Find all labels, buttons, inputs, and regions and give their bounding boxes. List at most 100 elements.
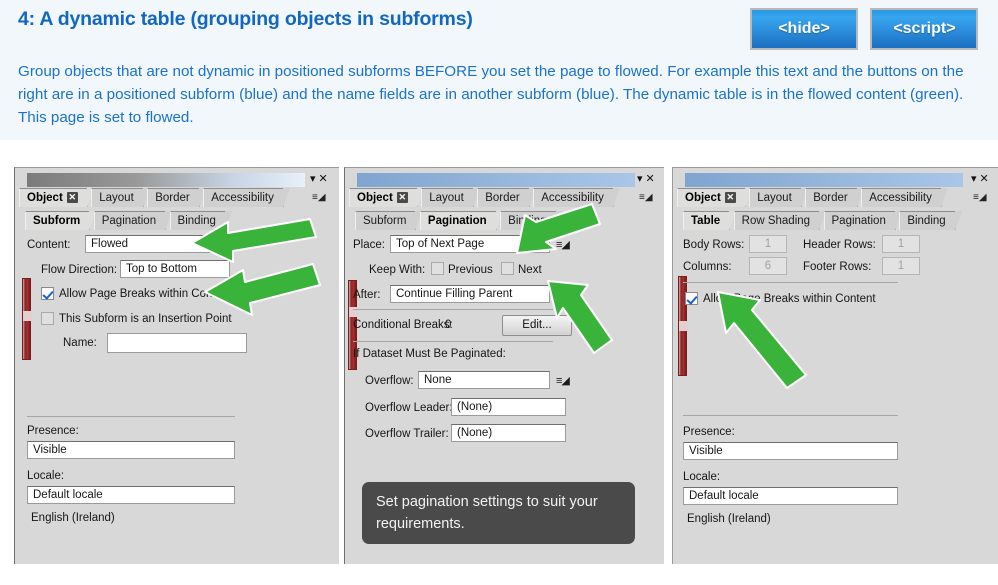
- allow-page-breaks-checkbox[interactable]: [41, 287, 54, 300]
- tab-layout[interactable]: Layout: [421, 188, 480, 208]
- header-rows-input[interactable]: 1: [882, 235, 920, 253]
- tab-object-label: Object: [685, 192, 721, 204]
- panel1-red-marker-thumb[interactable]: [23, 311, 32, 321]
- tab-object[interactable]: Object ✕: [349, 188, 424, 208]
- panel2-divider-2: [353, 341, 553, 342]
- panel3-titlebar-gradient: [685, 173, 963, 187]
- panel3-collapse-icon[interactable]: ▾: [971, 173, 980, 185]
- object-panel-table: ▾✕ Object ✕ Layout Border Accessibility ≡…: [672, 167, 998, 564]
- panel1-titlebar-gradient: [27, 173, 305, 187]
- panel1-tab-overflow-menu-icon[interactable]: ≡◢: [312, 192, 326, 203]
- tab-accessibility[interactable]: Accessibility: [533, 188, 620, 208]
- overflow-trailer-label: Overflow Trailer:: [365, 428, 449, 440]
- edit-conditional-breaks-button[interactable]: Edit...: [502, 315, 572, 336]
- overflow-leader-dropdown[interactable]: (None): [451, 398, 566, 416]
- content-label: Content:: [27, 239, 71, 251]
- subtab-row-shading[interactable]: Row Shading: [733, 211, 827, 231]
- panel3-red-marker: [678, 276, 688, 376]
- tab-object-label: Object: [357, 192, 393, 204]
- tab-object-close-icon[interactable]: ✕: [724, 192, 736, 204]
- script-button[interactable]: <script>: [870, 8, 979, 50]
- subtab-pagination[interactable]: Pagination: [419, 211, 503, 231]
- tab-border[interactable]: Border: [805, 188, 864, 208]
- allow-page-breaks-checkbox[interactable]: [685, 292, 698, 305]
- locale-label: Locale:: [683, 471, 721, 483]
- tab-border[interactable]: Border: [477, 188, 536, 208]
- panel3-red-marker-thumb[interactable]: [679, 321, 688, 331]
- panel3-secondary-tabs: Table Row Shading Pagination Binding: [683, 211, 963, 231]
- overflow-field[interactable]: None: [418, 371, 550, 389]
- keep-with-previous-checkbox[interactable]: [431, 262, 444, 275]
- after-list-icon[interactable]: ≡◢: [556, 288, 570, 301]
- columns-input[interactable]: 6: [749, 257, 787, 275]
- subtab-pagination[interactable]: Pagination: [93, 211, 173, 231]
- subtab-pagination[interactable]: Pagination: [823, 211, 903, 231]
- subform-name-label: Name:: [63, 337, 97, 349]
- keep-with-label: Keep With:: [369, 264, 426, 276]
- panel1-secondary-tabs: Subform Pagination Binding: [25, 211, 233, 231]
- tab-layout[interactable]: Layout: [91, 188, 150, 208]
- panel1-collapse-icon[interactable]: ▾: [310, 173, 319, 185]
- tab-object-close-icon[interactable]: ✕: [66, 192, 78, 204]
- body-rows-input[interactable]: 1: [749, 235, 787, 253]
- tab-border[interactable]: Border: [147, 188, 206, 208]
- locale-subtext: English (Ireland): [687, 513, 771, 525]
- locale-label: Locale:: [27, 470, 65, 482]
- flow-direction-dropdown[interactable]: Top to Bottom: [120, 260, 230, 278]
- panel3-primary-tabs: Object ✕ Layout Border Accessibility: [677, 188, 948, 208]
- content-dropdown[interactable]: Flowed: [85, 235, 230, 253]
- overflow-trailer-dropdown[interactable]: (None): [451, 424, 566, 442]
- insertion-point-checkbox[interactable]: [41, 312, 54, 325]
- footer-rows-input[interactable]: 1: [882, 257, 920, 275]
- subtab-binding[interactable]: Binding: [899, 211, 963, 231]
- locale-dropdown[interactable]: Default locale: [683, 487, 898, 505]
- insertion-point-label: This Subform is an Insertion Point: [59, 313, 232, 325]
- flow-direction-label: Flow Direction:: [41, 264, 118, 276]
- place-label: Place:: [353, 239, 385, 251]
- panel3-tab-overflow-menu-icon[interactable]: ≡◢: [973, 192, 987, 203]
- tab-accessibility[interactable]: Accessibility: [203, 188, 290, 208]
- panel3-close-icon[interactable]: ✕: [980, 173, 992, 185]
- panel2-secondary-tabs: Subform Pagination Binding: [355, 211, 563, 231]
- presence-label: Presence:: [27, 425, 79, 437]
- panel1-close-icon[interactable]: ✕: [319, 173, 331, 185]
- allow-page-breaks-label: Allow Page Breaks within Content: [59, 288, 232, 300]
- tab-object[interactable]: Object ✕: [19, 188, 94, 208]
- after-field[interactable]: Continue Filling Parent: [390, 285, 550, 303]
- conditional-breaks-label: Conditional Breaks:: [353, 319, 453, 331]
- subtab-binding[interactable]: Binding: [169, 211, 233, 231]
- object-panel-pagination: ▾✕ Object ✕ Layout Border Accessibility ≡…: [344, 167, 664, 564]
- overflow-list-icon[interactable]: ≡◢: [556, 374, 570, 387]
- subtab-binding[interactable]: Binding: [500, 211, 563, 231]
- panel2-titlebar-controls[interactable]: ▾✕: [637, 172, 658, 185]
- subtab-subform[interactable]: Subform: [25, 211, 97, 231]
- panel1-primary-tabs: Object ✕ Layout Border Accessibility: [19, 188, 290, 208]
- keep-with-previous-label: Previous: [448, 264, 493, 276]
- instruction-callout: Set pagination settings to suit your req…: [362, 482, 635, 544]
- tab-object-close-icon[interactable]: ✕: [396, 192, 408, 204]
- tab-accessibility[interactable]: Accessibility: [861, 188, 948, 208]
- panel1-red-marker: [22, 278, 32, 360]
- panel1-titlebar-controls[interactable]: ▾✕: [310, 172, 331, 185]
- tab-object[interactable]: Object ✕: [677, 188, 752, 208]
- presence-dropdown[interactable]: Visible: [27, 441, 235, 459]
- hide-button[interactable]: <hide>: [750, 8, 858, 50]
- conditional-breaks-value: 0: [445, 319, 452, 331]
- panel3-divider-1: [683, 282, 898, 283]
- overflow-label: Overflow:: [365, 375, 414, 387]
- tab-layout[interactable]: Layout: [749, 188, 808, 208]
- page-title: 4: A dynamic table (grouping objects in …: [18, 8, 473, 30]
- presence-dropdown[interactable]: Visible: [683, 442, 898, 460]
- place-field[interactable]: Top of Next Page: [390, 235, 550, 253]
- screenshot-root: 4: A dynamic table (grouping objects in …: [0, 0, 998, 585]
- subform-name-input[interactable]: [107, 333, 247, 353]
- keep-with-next-checkbox[interactable]: [501, 262, 514, 275]
- subtab-table[interactable]: Table: [683, 211, 737, 231]
- panel2-collapse-icon[interactable]: ▾: [637, 173, 646, 185]
- panel2-tab-overflow-menu-icon[interactable]: ≡◢: [639, 192, 653, 203]
- subtab-subform[interactable]: Subform: [355, 211, 423, 231]
- locale-dropdown[interactable]: Default locale: [27, 486, 235, 504]
- place-list-icon[interactable]: ≡◢: [556, 238, 570, 251]
- panel2-close-icon[interactable]: ✕: [646, 173, 658, 185]
- panel3-titlebar-controls[interactable]: ▾✕: [971, 172, 992, 185]
